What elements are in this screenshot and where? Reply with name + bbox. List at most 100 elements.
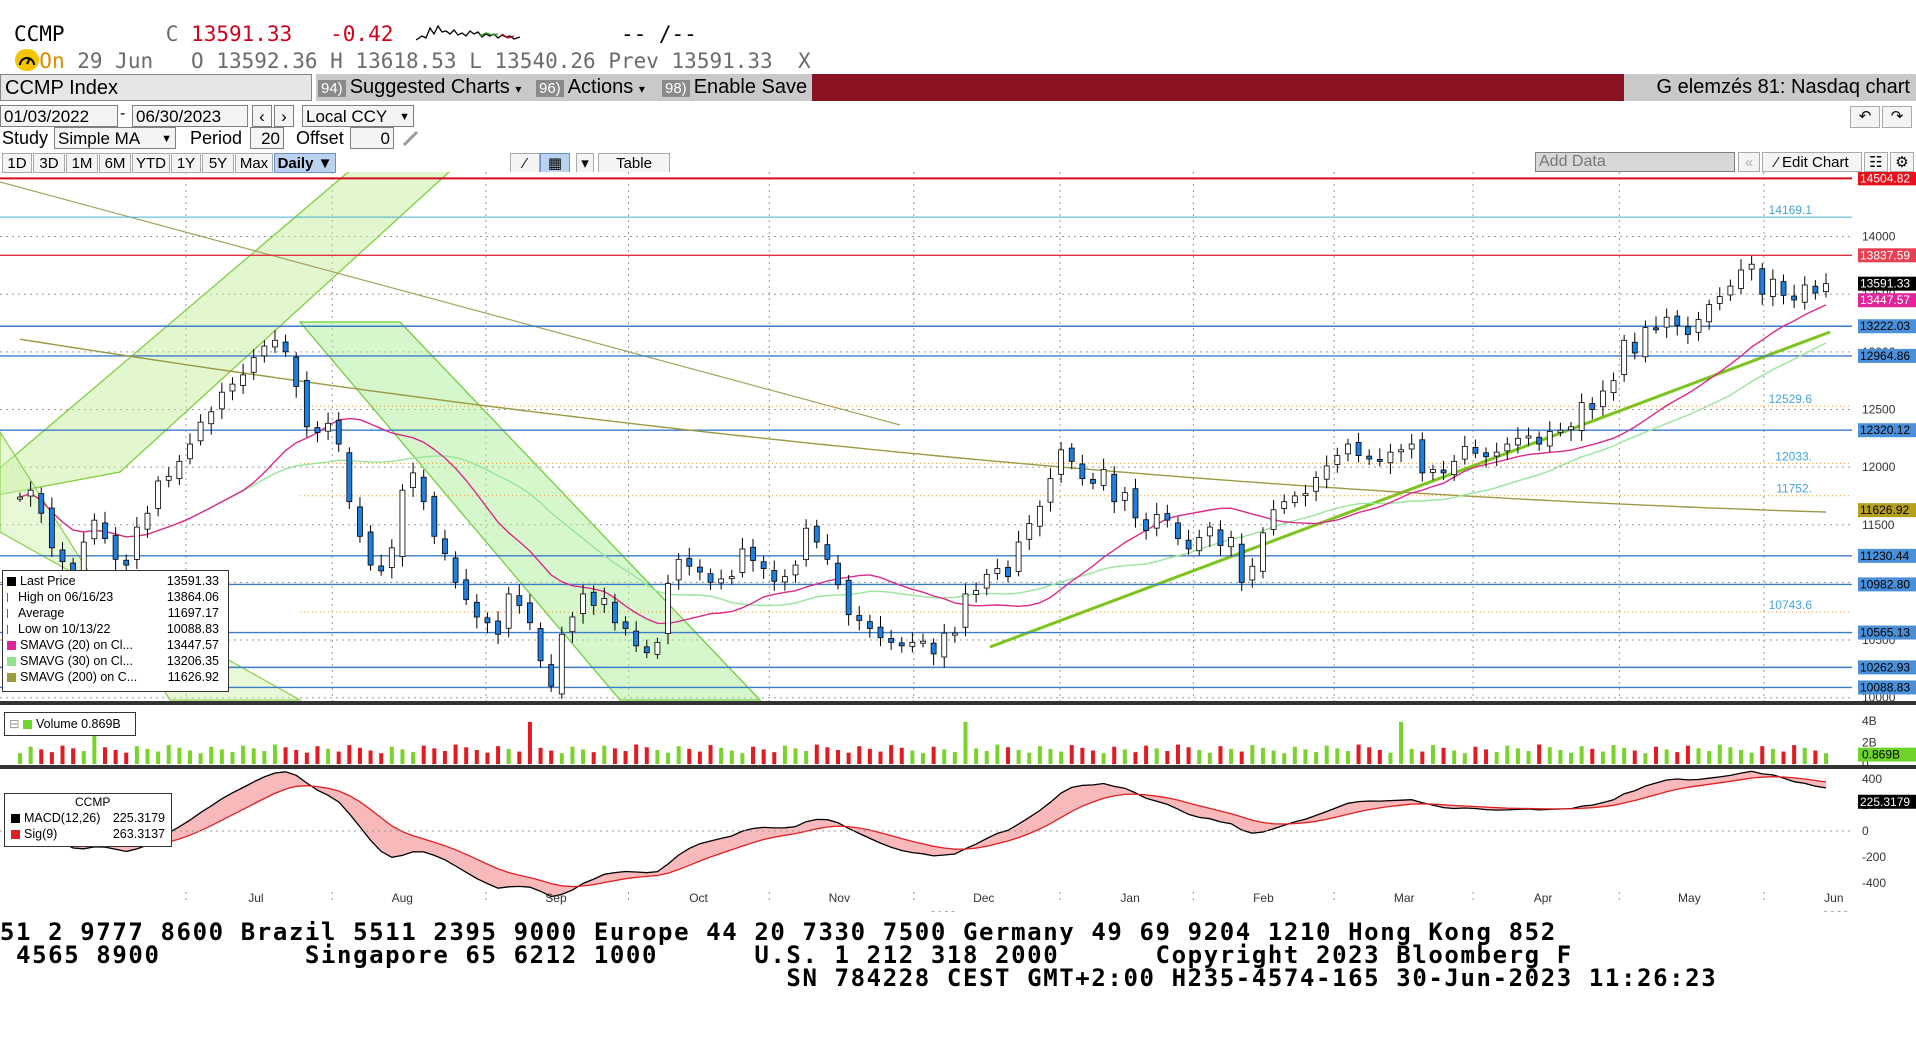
chart-settings-icon[interactable]: ☷ <box>1864 152 1888 172</box>
candle-body <box>1079 463 1086 480</box>
gear-icon[interactable]: ⚙ <box>1890 152 1914 172</box>
chart-canvas[interactable]: 1000010500110001150012000125001300013500… <box>0 172 1916 912</box>
volume-bar <box>1526 751 1531 764</box>
candle-body <box>1493 451 1500 457</box>
volume-bar <box>102 747 107 764</box>
close-quote-button[interactable]: X <box>798 49 811 73</box>
ohlc-line: On 29 Jun O 13592.36 H 13618.53 L 13540.… <box>14 49 811 73</box>
candle-body <box>1196 537 1203 552</box>
range-button-ytd[interactable]: YTD <box>132 153 170 173</box>
draw-tool-button[interactable]: ⁄ <box>510 153 540 173</box>
candle-body <box>1621 339 1628 376</box>
speedometer-icon[interactable] <box>15 49 39 71</box>
volume-bar <box>1611 745 1616 764</box>
candle-body <box>463 579 470 601</box>
legend-value: 13591.33 <box>166 574 219 588</box>
legend-value: 13447.57 <box>166 638 219 652</box>
candle-body <box>665 583 671 634</box>
candle-body <box>218 391 225 410</box>
volume-bar <box>1452 750 1457 764</box>
study-select[interactable]: Simple MA ▼ <box>54 127 176 149</box>
range-button-1y[interactable]: 1Y <box>171 153 201 173</box>
volume-bar <box>1558 749 1563 764</box>
pencil-icon[interactable] <box>400 128 422 148</box>
volume-bar <box>527 721 532 764</box>
security-field[interactable]: CCMP Index <box>0 74 312 101</box>
more-tools-button[interactable]: ▾ <box>576 153 594 173</box>
macd-legend: CCMP MACD(12,26) 225.3179 Sig(9) 263.3137 <box>4 793 172 847</box>
range-button-1m[interactable]: 1M <box>66 153 98 173</box>
prev-range-button[interactable]: ‹ <box>252 105 272 127</box>
edit-chart-button[interactable]: ⁄ Edit Chart <box>1762 152 1862 172</box>
x-month-label: Aug <box>392 891 413 905</box>
candle-body <box>1068 447 1075 462</box>
collapse-icon[interactable]: « <box>1738 152 1760 172</box>
start-date-field[interactable]: 01/03/2022 <box>0 105 118 127</box>
volume-bar <box>729 750 734 764</box>
volume-bar <box>1133 752 1138 764</box>
candle-body <box>1291 495 1298 503</box>
volume-bar <box>984 751 989 764</box>
candle-body <box>527 602 533 624</box>
candle-body <box>1408 443 1415 450</box>
candle-body <box>728 576 735 580</box>
period-label: Period <box>190 128 243 148</box>
candle-body <box>994 568 1001 574</box>
volume-bar <box>761 749 766 764</box>
volume-bar <box>304 752 309 764</box>
redo-icon[interactable]: ↷ <box>1882 106 1912 128</box>
enable-save-button[interactable]: 98) Enable Save <box>660 74 813 101</box>
candle-body <box>1058 449 1065 475</box>
volume-bar <box>1037 746 1042 764</box>
volume-bar <box>995 744 1000 764</box>
offset-field[interactable]: 0 <box>350 127 394 149</box>
range-button-6m[interactable]: 6M <box>99 153 131 173</box>
volume-bar <box>1792 745 1797 764</box>
candle-body <box>1217 529 1224 546</box>
candle-body <box>1355 441 1362 456</box>
candle-body <box>548 664 555 687</box>
volume-bar <box>1303 749 1308 764</box>
range-button-3d[interactable]: 3D <box>33 153 65 173</box>
candle-body <box>612 601 618 624</box>
period-field[interactable]: 20 <box>250 127 284 149</box>
next-range-button[interactable]: › <box>274 105 294 127</box>
candle-body <box>697 566 703 573</box>
undo-icon[interactable]: ↶ <box>1850 106 1880 128</box>
legend-value: 263.3137 <box>112 827 165 841</box>
actions-menu[interactable]: 96) Actions ▾ <box>534 74 661 101</box>
end-date-field[interactable]: 06/30/2023 <box>132 105 248 127</box>
candle-body <box>537 628 544 662</box>
suggested-charts-menu[interactable]: 94) Suggested Charts ▾ <box>316 74 535 101</box>
range-button-max[interactable]: Max <box>235 153 273 173</box>
table-button[interactable]: Table <box>598 153 670 173</box>
candle-body <box>1153 513 1160 529</box>
candle-body <box>888 638 895 643</box>
volume-bar <box>1016 749 1021 764</box>
currency-select[interactable]: Local CCY ▼ <box>302 105 414 127</box>
frequency-select[interactable]: Daily ▼ <box>274 153 336 173</box>
range-button-5y[interactable]: 5Y <box>202 153 234 173</box>
volume-bar <box>1675 752 1680 764</box>
candle-body <box>1631 341 1638 354</box>
candle-body <box>558 633 565 695</box>
volume-bar <box>1271 750 1276 764</box>
candle-body <box>1663 316 1670 328</box>
add-data-field[interactable]: Add Data <box>1535 152 1735 172</box>
candle-body <box>739 548 746 573</box>
chart-type-button[interactable]: ▦ <box>540 153 570 173</box>
volume-bar <box>1260 747 1265 764</box>
volume-bar <box>241 745 246 764</box>
volume-bar <box>867 748 872 764</box>
volume-bar <box>931 746 936 764</box>
macd-panel: 4002000-200-400225.3179 <box>0 770 1916 898</box>
candle-body <box>941 632 948 658</box>
volume-bar <box>1005 747 1010 764</box>
x-month-label: May <box>1678 891 1701 905</box>
candle-body <box>1727 285 1734 296</box>
range-button-1d[interactable]: 1D <box>2 153 32 173</box>
candle-body <box>495 620 501 635</box>
candle-body <box>187 443 193 460</box>
candle-body <box>1780 281 1787 296</box>
macd-legend-title: CCMP <box>75 795 111 809</box>
